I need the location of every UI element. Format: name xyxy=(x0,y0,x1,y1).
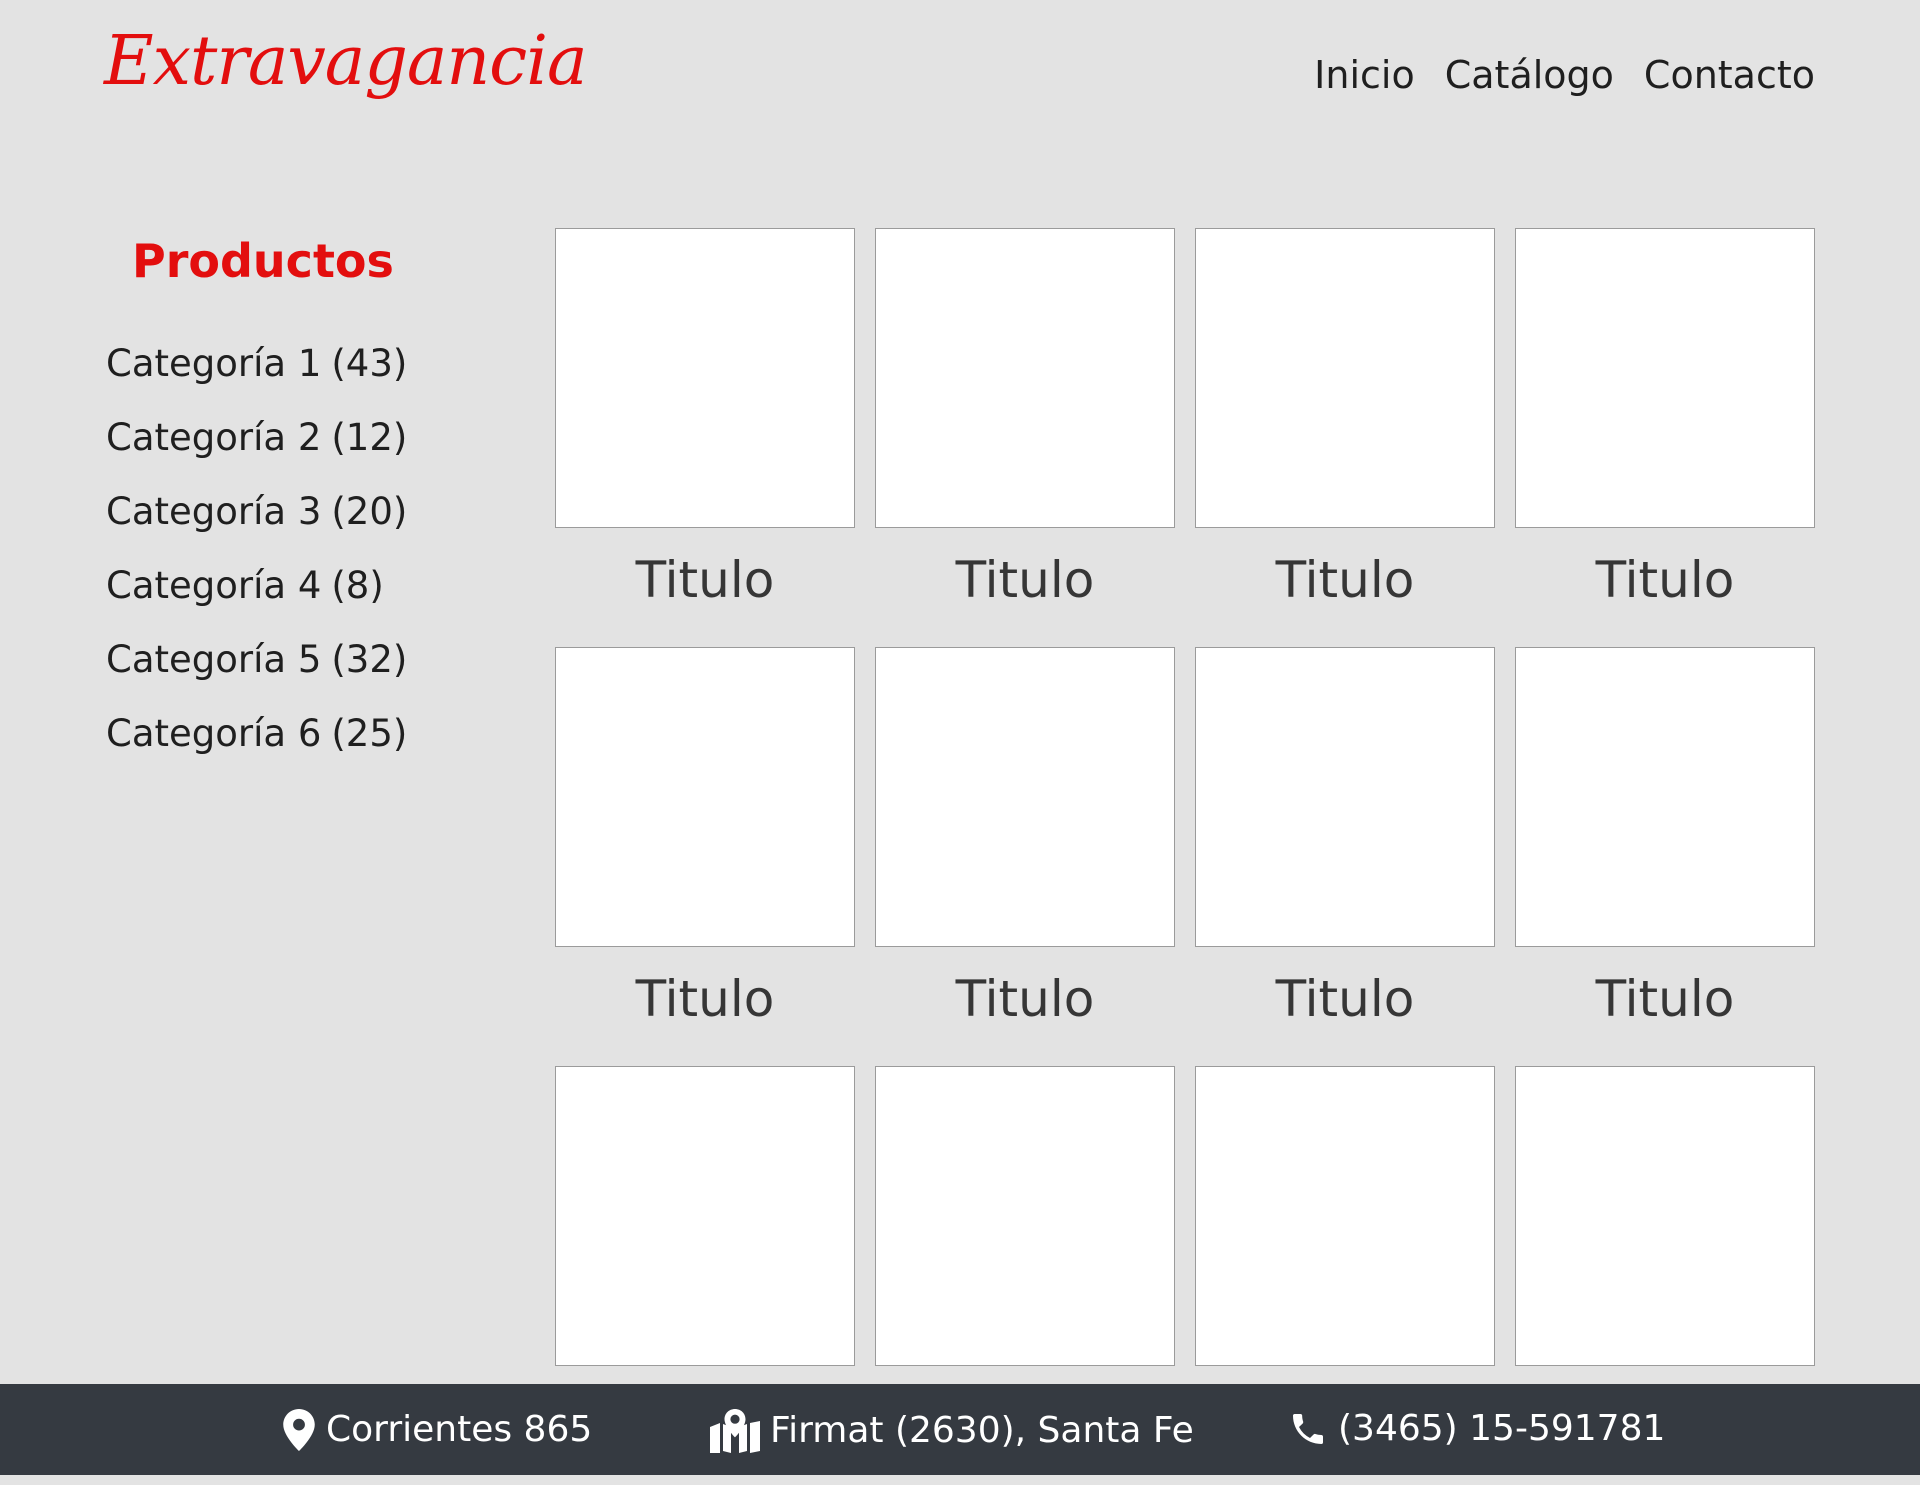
product-grid: Titulo Titulo Titulo Titulo Titulo Titul… xyxy=(555,228,1815,1485)
category-label: Categoría 6 xyxy=(106,712,322,755)
product-card[interactable]: Titulo xyxy=(875,228,1175,647)
product-title[interactable]: Titulo xyxy=(555,555,855,605)
product-card[interactable]: Titulo xyxy=(1195,228,1495,647)
category-count: (20) xyxy=(331,490,408,533)
category-item[interactable]: Categoría 3 (20) xyxy=(106,493,407,567)
category-item[interactable]: Categoría 5 (32) xyxy=(106,641,407,715)
footer-phone-text[interactable]: (3465) 15-591781 xyxy=(1338,1411,1665,1447)
phone-icon xyxy=(1288,1409,1328,1449)
product-title[interactable]: Titulo xyxy=(1195,974,1495,1024)
product-image[interactable] xyxy=(875,228,1175,528)
sidebar-title: Productos xyxy=(132,234,394,288)
category-label: Categoría 5 xyxy=(106,638,322,681)
product-card[interactable]: Titulo xyxy=(1515,228,1815,647)
footer-phone: (3465) 15-591781 xyxy=(1288,1409,1665,1449)
category-item[interactable]: Categoría 1 (43) xyxy=(106,345,407,419)
category-count: (32) xyxy=(331,638,408,681)
category-item[interactable]: Categoría 6 (25) xyxy=(106,715,407,789)
category-list: Categoría 1 (43) Categoría 2 (12) Catego… xyxy=(106,345,407,789)
footer-city-text: Firmat (2630), Santa Fe xyxy=(770,1410,1194,1451)
category-label: Categoría 2 xyxy=(106,416,322,459)
nav-catalogo[interactable]: Catálogo xyxy=(1445,56,1614,94)
footer-address-text: Corrientes 865 xyxy=(326,1409,593,1450)
category-count: (25) xyxy=(331,712,408,755)
category-item[interactable]: Categoría 4 (8) xyxy=(106,567,407,641)
product-title[interactable]: Titulo xyxy=(875,974,1175,1024)
product-image[interactable] xyxy=(555,228,855,528)
map-marker-icon xyxy=(282,1409,316,1451)
product-image[interactable] xyxy=(1515,228,1815,528)
product-title[interactable]: Titulo xyxy=(555,974,855,1024)
product-image[interactable] xyxy=(1515,647,1815,947)
site-footer: Corrientes 865 Firmat (2630), Santa Fe (… xyxy=(0,1384,1920,1475)
product-title[interactable]: Titulo xyxy=(1195,555,1495,605)
footer-city: Firmat (2630), Santa Fe xyxy=(710,1409,1194,1453)
category-count: (8) xyxy=(331,564,384,607)
category-label: Categoría 4 xyxy=(106,564,322,607)
category-label: Categoría 1 xyxy=(106,342,322,385)
product-card[interactable]: Titulo xyxy=(555,647,855,1066)
nav-inicio[interactable]: Inicio xyxy=(1314,56,1415,94)
product-image[interactable] xyxy=(555,1066,855,1366)
product-image[interactable] xyxy=(1195,228,1495,528)
product-image[interactable] xyxy=(555,647,855,947)
product-card[interactable]: Titulo xyxy=(1195,647,1495,1066)
category-count: (43) xyxy=(331,342,408,385)
product-image[interactable] xyxy=(1515,1066,1815,1366)
product-image[interactable] xyxy=(1195,1066,1495,1366)
product-title[interactable]: Titulo xyxy=(1515,974,1815,1024)
main-nav: Inicio Catálogo Contacto xyxy=(1314,56,1815,94)
product-image[interactable] xyxy=(1195,647,1495,947)
product-image[interactable] xyxy=(875,1066,1175,1366)
product-card[interactable]: Titulo xyxy=(555,228,855,647)
product-title[interactable]: Titulo xyxy=(875,555,1175,605)
map-icon xyxy=(710,1409,760,1453)
product-title[interactable]: Titulo xyxy=(1515,555,1815,605)
nav-contacto[interactable]: Contacto xyxy=(1644,56,1815,94)
product-image[interactable] xyxy=(875,647,1175,947)
category-label: Categoría 3 xyxy=(106,490,322,533)
footer-address: Corrientes 865 xyxy=(282,1409,592,1451)
product-card[interactable]: Titulo xyxy=(1515,647,1815,1066)
product-card[interactable]: Titulo xyxy=(875,647,1175,1066)
category-count: (12) xyxy=(331,416,408,459)
category-item[interactable]: Categoría 2 (12) xyxy=(106,419,407,493)
logo[interactable]: Extravagancia xyxy=(104,28,588,96)
